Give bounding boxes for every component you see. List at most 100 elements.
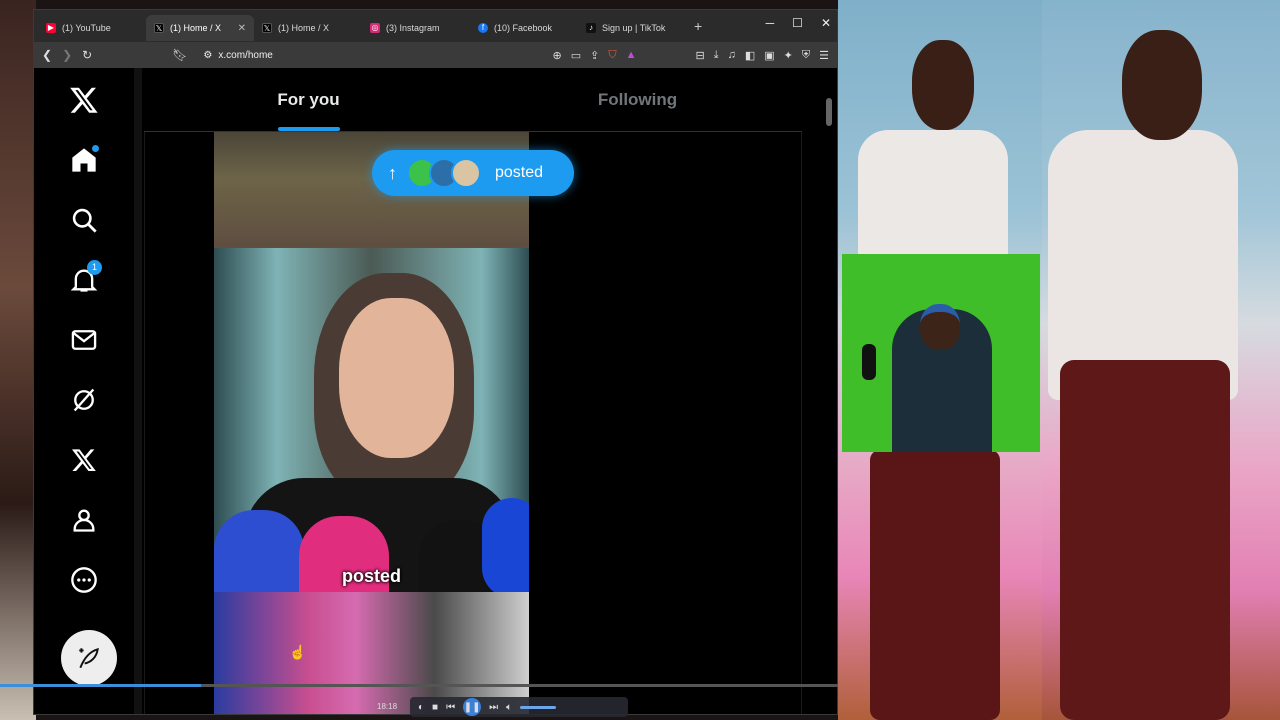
tab-bar: ▶ (1) YouTube 𝕏 (1) Home / X ✕ 𝕏 (1) Hom…: [34, 10, 837, 42]
tab-label: (1) Home / X: [170, 23, 222, 33]
person-figure: [858, 130, 1008, 270]
feather-icon: [79, 647, 99, 669]
browser-toolbar: ❮ ❯ ↻ 🔖︎ ⚙︎ x.com/home ⊕ ▭ ⇪ ⛉ ▲ ⊟ ⤓ ♫ ◧…: [34, 42, 837, 68]
tab-label: (10) Facebook: [494, 23, 553, 33]
x-logo-link[interactable]: [64, 80, 104, 120]
nav-profile[interactable]: [64, 500, 104, 540]
timeline-header: For you Following: [144, 68, 802, 132]
post-media-blurred[interactable]: [214, 592, 529, 714]
youtube-icon: ▶: [46, 23, 56, 33]
webcam-person: [920, 304, 960, 350]
tiktok-icon: ♪: [586, 23, 596, 33]
maximize-icon[interactable]: ☐: [792, 16, 803, 30]
new-tab-button[interactable]: +: [694, 18, 702, 34]
nav-more[interactable]: [64, 560, 104, 600]
previous-icon[interactable]: ⏮: [446, 702, 455, 713]
tab-youtube[interactable]: ▶ (1) YouTube: [38, 15, 146, 41]
sidebar-icon[interactable]: ⊟: [696, 49, 705, 62]
nav-grok[interactable]: [64, 380, 104, 420]
close-window-icon[interactable]: ✕: [821, 16, 831, 30]
more-icon: [71, 567, 97, 593]
reader-icon[interactable]: ▭: [571, 49, 581, 62]
stop-icon[interactable]: ■: [432, 702, 438, 713]
volume-slider[interactable]: [520, 705, 557, 709]
greenscreen-webcam: [842, 254, 1040, 452]
sidebar-scrollbar[interactable]: [134, 68, 142, 714]
volume-icon[interactable]: 🔈︎: [506, 702, 512, 713]
back-icon[interactable]: ❮: [42, 48, 52, 62]
person-figure: [870, 450, 1000, 720]
tab-instagram[interactable]: ◎ (3) Instagram: [362, 15, 470, 41]
compose-post-button[interactable]: [61, 630, 117, 686]
window-controls: ─ ☐ ✕: [766, 16, 831, 30]
tab-x-home[interactable]: 𝕏 (1) Home / X: [254, 15, 362, 41]
share-icon[interactable]: ⇪: [590, 49, 599, 62]
extensions-icon[interactable]: ✦: [784, 49, 793, 62]
page-scrollbar-thumb[interactable]: [826, 98, 832, 126]
music-icon[interactable]: ♫: [728, 49, 736, 62]
unread-dot: [92, 145, 99, 152]
nav-home[interactable]: [64, 140, 104, 180]
brave-shield-icon[interactable]: ⛉: [608, 49, 616, 62]
video-subject-face: [339, 298, 454, 458]
tab-tiktok[interactable]: ♪ Sign up | TikTok: [578, 15, 686, 41]
person-figure: [1122, 30, 1202, 140]
desktop-stage: ▶ (1) YouTube 𝕏 (1) Home / X ✕ 𝕏 (1) Hom…: [0, 0, 1280, 720]
person-figure: [1060, 360, 1230, 720]
tab-label: (1) Home / X: [278, 23, 330, 33]
toolbar-icons: ⊕ ▭ ⇪ ⛉ ▲ ⊟ ⤓ ♫ ◧ ▣ ✦ ⛨ ☰: [553, 49, 829, 62]
tab-label: (1) YouTube: [62, 23, 111, 33]
x-logo-icon: [70, 87, 98, 113]
video-caption: posted: [341, 566, 401, 586]
rewards-icon[interactable]: ▲: [626, 49, 637, 62]
playback-progress[interactable]: [0, 684, 838, 687]
vpn-icon[interactable]: ⛨: [802, 49, 810, 62]
post-video[interactable]: posted: [214, 248, 529, 592]
avatar: [451, 158, 481, 188]
bookmark-icon[interactable]: 🔖︎: [172, 48, 187, 62]
background-photo-left: [0, 0, 36, 720]
wallet-icon[interactable]: ▣: [764, 49, 774, 62]
arrow-up-icon: ↑: [388, 162, 397, 183]
pill-label: posted: [495, 164, 544, 181]
grok-icon: [73, 388, 95, 412]
tab-for-you[interactable]: For you: [144, 68, 473, 131]
new-posts-pill[interactable]: ↑ posted: [372, 150, 574, 196]
nav-premium[interactable]: [64, 440, 104, 480]
nav-explore[interactable]: [64, 200, 104, 240]
tab-label: Following: [597, 89, 678, 109]
close-icon[interactable]: ✕: [238, 23, 246, 34]
nav-notifications[interactable]: 1: [64, 260, 104, 300]
tab-facebook[interactable]: f (10) Facebook: [470, 15, 578, 41]
tab-x-home-active[interactable]: 𝕏 (1) Home / X ✕: [146, 15, 254, 41]
tab-following[interactable]: Following: [473, 68, 802, 131]
progress-fill: [0, 684, 202, 687]
notification-badge: 1: [87, 260, 102, 275]
person-figure: [912, 40, 974, 130]
zoom-icon[interactable]: ⊕: [553, 49, 562, 62]
panel-icon[interactable]: ◧: [745, 49, 755, 62]
site-info-icon[interactable]: ⚙︎: [203, 50, 212, 61]
minimize-icon[interactable]: ─: [766, 16, 775, 30]
download-icon[interactable]: ⤓: [714, 49, 719, 62]
tab-label: (3) Instagram: [386, 23, 440, 33]
avatar-stack: [407, 158, 481, 188]
mouse-cursor-icon: ☝: [289, 644, 307, 660]
tab-label: Sign up | TikTok: [602, 23, 666, 33]
reload-icon[interactable]: ↻: [82, 48, 92, 62]
profile-icon: [73, 509, 95, 532]
pause-icon[interactable]: ❚❚: [463, 698, 482, 716]
menu-icon[interactable]: ☰: [819, 49, 829, 62]
nav-messages[interactable]: [64, 320, 104, 360]
microphone: [862, 344, 876, 380]
settings-icon[interactable]: ◐: [418, 702, 424, 713]
x-app: 1 posted For you Following ↑ posted: [34, 68, 837, 714]
x-logo-icon: 𝕏: [154, 23, 164, 33]
forward-icon[interactable]: ❯: [62, 48, 72, 62]
address-bar[interactable]: ⚙︎ x.com/home: [197, 45, 542, 65]
next-icon[interactable]: ⏭: [489, 702, 498, 713]
url-text: x.com/home: [218, 49, 273, 61]
browser-window: ▶ (1) YouTube 𝕏 (1) Home / X ✕ 𝕏 (1) Hom…: [33, 9, 838, 715]
facebook-icon: f: [478, 23, 488, 33]
x-logo-icon: [71, 449, 96, 472]
